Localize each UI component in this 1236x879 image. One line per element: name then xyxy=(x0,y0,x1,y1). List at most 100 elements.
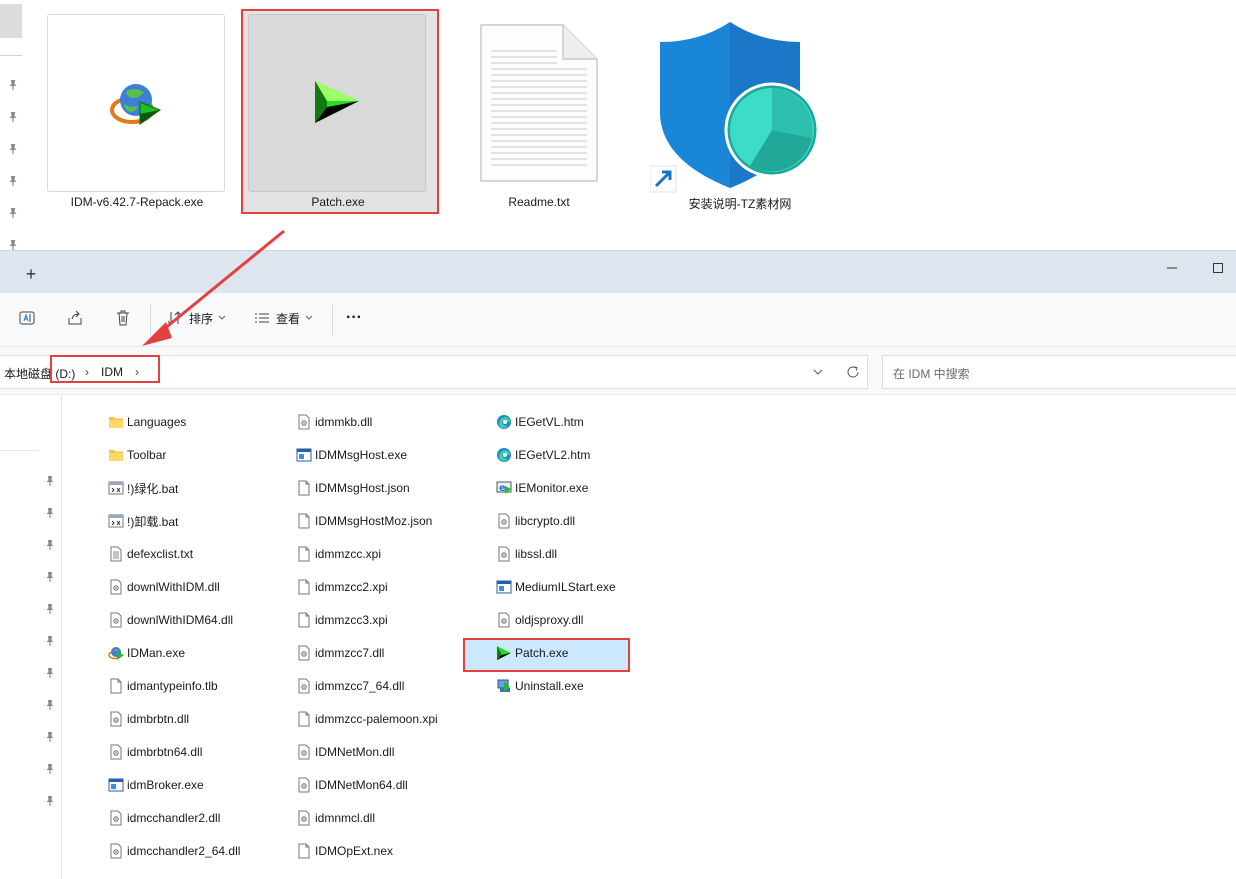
share-icon xyxy=(68,310,82,325)
file-name: idmbrbtn64.dll xyxy=(127,745,203,759)
view-button[interactable]: 查看 xyxy=(253,307,313,329)
file-item[interactable]: e IEMonitor.exe xyxy=(496,477,588,499)
tile-idm-repack[interactable]: IDM-v6.42.7-Repack.exe xyxy=(47,14,227,214)
file-name: MediumILStart.exe xyxy=(515,580,616,594)
pin-icon xyxy=(45,571,55,583)
file-item[interactable]: !)绿化.bat xyxy=(108,477,178,499)
file-name: idmcchandler2_64.dll xyxy=(127,844,241,858)
file-item[interactable]: IDMan.exe xyxy=(108,642,185,664)
file-item[interactable]: idmmkb.dll xyxy=(296,411,372,433)
file-item[interactable]: downlWithIDM64.dll xyxy=(108,609,233,631)
file-name: IDMMsgHost.json xyxy=(315,481,410,495)
dll-file-icon xyxy=(296,777,312,793)
file-item[interactable]: IDMMsgHostMoz.json xyxy=(296,510,432,532)
view-list-icon xyxy=(255,313,269,323)
pin-icon xyxy=(8,175,18,187)
search-box[interactable]: 在 IDM 中搜索 xyxy=(882,355,1236,389)
file-item[interactable]: MediumILStart.exe xyxy=(496,576,616,598)
share-button[interactable] xyxy=(66,307,84,329)
file-item[interactable]: IEGetVL2.htm xyxy=(496,444,590,466)
address-row: 本地磁盘 (D:) › IDM › 在 IDM 中搜索 xyxy=(0,347,1236,395)
file-item[interactable]: IDMMsgHost.json xyxy=(296,477,410,499)
file-name: IDMan.exe xyxy=(127,646,186,660)
file-name: idmnmcl.dll xyxy=(315,811,376,825)
file-item[interactable]: idmcchandler2.dll xyxy=(108,807,220,829)
file-item[interactable]: idmmzcc-palemoon.xpi xyxy=(296,708,438,730)
tile-readme[interactable]: Readme.txt xyxy=(449,14,629,214)
file-item[interactable]: idmbrbtn.dll xyxy=(108,708,189,730)
file-item[interactable]: idmantypeinfo.tlb xyxy=(108,675,218,697)
file-name: IDMMsgHostMoz.json xyxy=(315,514,433,528)
blank-file-icon xyxy=(296,579,312,595)
blank-file-icon xyxy=(108,678,124,694)
file-item[interactable]: idmcchandler2_64.dll xyxy=(108,840,240,862)
more-options-button[interactable]: ··· xyxy=(346,307,362,329)
pin-icon xyxy=(45,763,55,775)
dll-file-icon xyxy=(296,414,312,430)
dll-file-icon xyxy=(108,843,124,859)
file-name: IDMOpExt.nex xyxy=(315,844,394,858)
pin-icon xyxy=(45,667,55,679)
file-item[interactable]: libssl.dll xyxy=(496,543,557,565)
exe-window-icon xyxy=(296,447,312,463)
file-item[interactable]: idmmzcc3.xpi xyxy=(296,609,388,631)
file-item[interactable]: idmmzcc7_64.dll xyxy=(296,675,404,697)
dll-file-icon xyxy=(108,711,124,727)
address-dropdown-icon[interactable] xyxy=(811,365,825,379)
file-name: idmmzcc.xpi xyxy=(315,547,382,561)
text-document-icon xyxy=(480,24,598,182)
refresh-icon[interactable] xyxy=(845,364,861,380)
file-item[interactable]: downlWithIDM.dll xyxy=(108,576,220,598)
file-item[interactable]: IDMMsgHost.exe xyxy=(296,444,407,466)
file-item[interactable]: defexclist.txt xyxy=(108,543,193,565)
minimize-icon[interactable] xyxy=(1163,259,1181,277)
upper-nav-selected-item[interactable] xyxy=(0,4,22,38)
file-item[interactable]: IDMNetMon.dll xyxy=(296,741,394,763)
upper-explorer-view: IDM-v6.42.7-Repack.exe Patch.exe Readme.… xyxy=(0,0,1236,250)
uninstall-icon xyxy=(496,678,512,694)
file-item[interactable]: Languages xyxy=(108,411,186,433)
dll-file-icon xyxy=(296,678,312,694)
file-item[interactable]: idmbrbtn64.dll xyxy=(108,741,202,763)
address-bar[interactable]: 本地磁盘 (D:) › IDM › xyxy=(0,355,868,389)
sort-button[interactable]: 排序 xyxy=(166,307,226,329)
file-item[interactable]: oldjsproxy.dll xyxy=(496,609,583,631)
file-item[interactable]: idmBroker.exe xyxy=(108,774,204,796)
row-highlight-box xyxy=(463,638,630,672)
file-item[interactable]: idmnmcl.dll xyxy=(296,807,375,829)
chevron-down-icon xyxy=(218,315,226,320)
rename-icon xyxy=(19,311,35,325)
file-name: idmmzcc3.xpi xyxy=(315,613,388,627)
file-item[interactable]: IDMNetMon64.dll xyxy=(296,774,408,796)
maximize-icon[interactable] xyxy=(1209,259,1227,277)
file-name: idmBroker.exe xyxy=(127,778,204,792)
file-item[interactable]: Uninstall.exe xyxy=(496,675,584,697)
pin-icon xyxy=(45,795,55,807)
file-name: Uninstall.exe xyxy=(515,679,584,693)
file-item[interactable]: idmmzcc2.xpi xyxy=(296,576,388,598)
file-item[interactable]: !)卸载.bat xyxy=(108,510,178,532)
dll-file-icon xyxy=(496,513,512,529)
file-item[interactable]: idmmzcc7.dll xyxy=(296,642,384,664)
new-tab-button[interactable]: + xyxy=(20,264,42,286)
file-name: IEMonitor.exe xyxy=(515,481,589,495)
rename-button[interactable] xyxy=(18,307,36,329)
file-item[interactable]: Toolbar xyxy=(108,444,166,466)
delete-button[interactable] xyxy=(114,307,132,329)
tile-thumbnail xyxy=(47,14,225,192)
file-item[interactable]: libcrypto.dll xyxy=(496,510,575,532)
tile-highlight-box xyxy=(241,9,439,214)
breadcrumb-highlight-box xyxy=(50,355,160,383)
file-item[interactable]: IDMOpExt.nex xyxy=(296,840,393,862)
pin-icon xyxy=(8,239,18,251)
dll-file-icon xyxy=(296,645,312,661)
file-item[interactable]: idmmzcc.xpi xyxy=(296,543,381,565)
tile-install-notes-shortcut[interactable]: 安装说明-TZ素材网 xyxy=(650,14,830,214)
dll-file-icon xyxy=(108,744,124,760)
dll-file-icon xyxy=(108,810,124,826)
tab-bar: + xyxy=(0,251,1236,293)
tile-label: IDM-v6.42.7-Repack.exe xyxy=(70,195,204,209)
file-name: IDMNetMon.dll xyxy=(315,745,395,759)
file-name: defexclist.txt xyxy=(127,547,194,561)
file-item[interactable]: IEGetVL.htm xyxy=(496,411,584,433)
